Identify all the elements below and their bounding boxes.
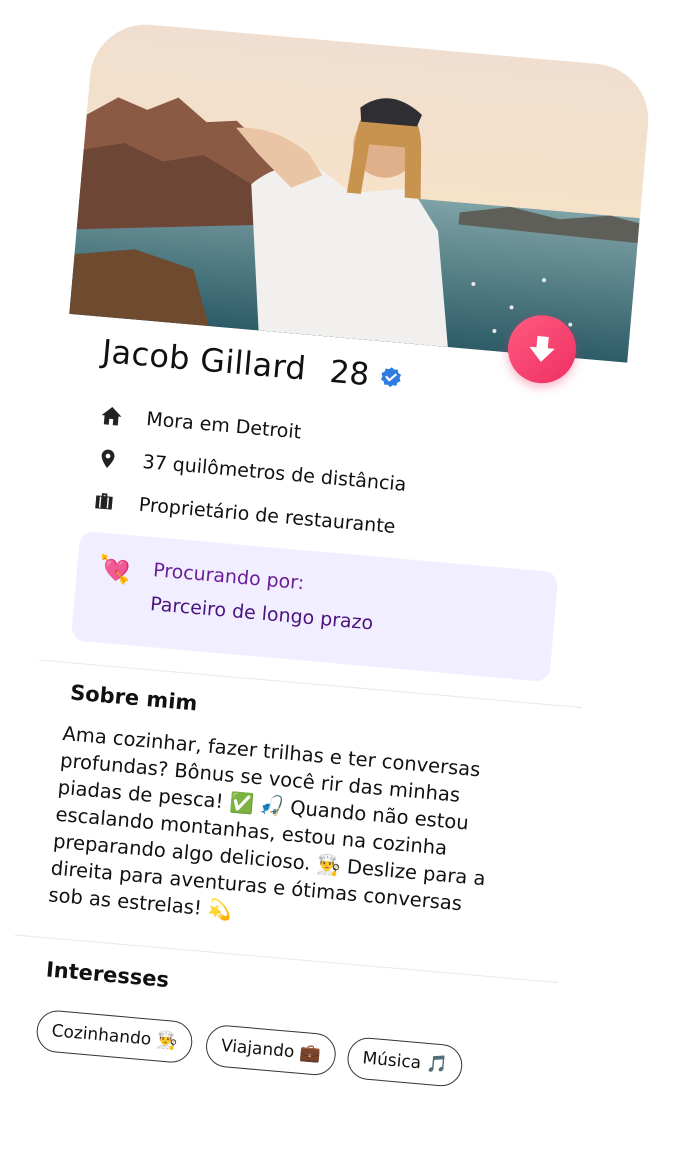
name-row: Jacob Gillard 28: [101, 332, 405, 396]
arrow-down-icon: [529, 336, 555, 362]
interest-tag-viajando[interactable]: Viajando 💼: [204, 1023, 338, 1077]
briefcase-icon: [90, 488, 118, 516]
location-pin-icon: [94, 445, 122, 473]
profile-age: 28: [328, 353, 371, 394]
profile-name: Jacob Gillard: [100, 331, 308, 388]
profile-card: Jacob Gillard 28 Mora em Detroit 37 quil…: [1, 20, 653, 1145]
heart-arrow-icon: 💘: [97, 554, 133, 588]
verified-badge-icon: [378, 365, 404, 391]
location-row: Mora em Detroit: [97, 402, 302, 446]
interest-tag-musica[interactable]: Música 🎵: [345, 1036, 465, 1088]
distance-row: 37 quilômetros de distância: [94, 445, 408, 498]
screen: Jacob Gillard 28 Mora em Detroit 37 quil…: [0, 0, 695, 1155]
about-title: Sobre mim: [69, 680, 199, 716]
looking-for-value: Parceiro de longo prazo: [149, 593, 375, 635]
job-text: Proprietário de restaurante: [137, 493, 397, 539]
about-text: Ama cozinhar, fazer trilhas e ter conver…: [47, 721, 487, 923]
job-row: Proprietário de restaurante: [90, 488, 396, 541]
photo-illustration: [69, 20, 653, 363]
interests-title: Interesses: [45, 957, 171, 993]
interest-tag-cozinhando[interactable]: Cozinhando 👨‍🍳: [34, 1008, 195, 1065]
distance-text: 37 quilômetros de distância: [141, 450, 408, 496]
location-text: Mora em Detroit: [145, 408, 303, 444]
looking-for-label: Procurando por:: [152, 559, 306, 595]
home-icon: [97, 402, 125, 430]
looking-for-box: 💘 Procurando por: Parceiro de longo praz…: [70, 530, 559, 683]
profile-photo[interactable]: [69, 20, 653, 363]
